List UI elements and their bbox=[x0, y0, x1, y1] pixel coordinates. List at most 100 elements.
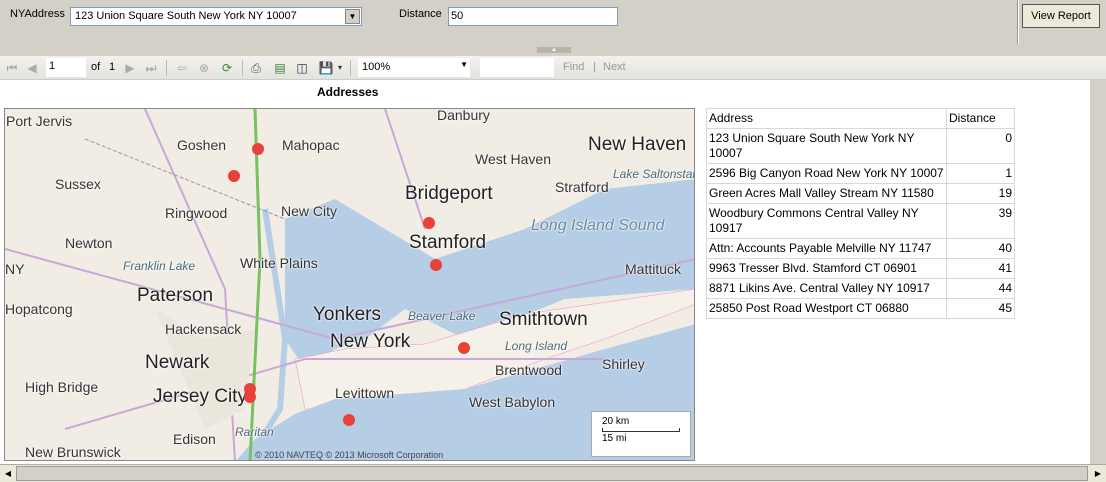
map-label: Newark bbox=[145, 352, 210, 373]
address-cell: Green Acres Mall Valley Stream NY 11580 bbox=[706, 183, 947, 204]
zoom-select[interactable]: 100% ▼ bbox=[358, 58, 470, 77]
map-label: Goshen bbox=[177, 137, 227, 153]
address-cell: 25850 Post Road Westport CT 06880 bbox=[706, 298, 947, 319]
parameters-splitter[interactable]: ▲ bbox=[0, 44, 1106, 56]
scale-km: 20 km bbox=[602, 416, 630, 427]
map-label: West Haven bbox=[475, 151, 551, 167]
table-row: 25850 Post Road Westport CT 06880 45 bbox=[706, 298, 1015, 319]
map-label: Mahopac bbox=[282, 137, 340, 153]
map-label: Newton bbox=[65, 235, 113, 251]
page-setup-icon[interactable]: ◫ bbox=[294, 60, 310, 76]
address-dropdown[interactable]: 123 Union Square South New York NY 10007… bbox=[70, 7, 362, 26]
stop-icon[interactable]: ⊗ bbox=[196, 60, 212, 76]
map-label: Danbury bbox=[437, 108, 490, 123]
table-row: Attn: Accounts Payable Melville NY 11747… bbox=[706, 238, 1015, 259]
chevron-down-icon[interactable]: ▼ bbox=[460, 60, 468, 69]
map-label: Bridgeport bbox=[405, 183, 493, 204]
previous-page-icon[interactable]: ◀ bbox=[24, 60, 40, 76]
map-label: NY bbox=[5, 261, 25, 277]
map-label: Hopatcong bbox=[5, 301, 73, 317]
back-icon[interactable]: ⇦ bbox=[174, 60, 190, 76]
map-label: Stamford bbox=[409, 232, 487, 253]
print-layout-icon[interactable]: ▤ bbox=[272, 60, 288, 76]
export-dropdown-icon[interactable]: ▾ bbox=[332, 60, 348, 76]
map-label: Shirley bbox=[602, 356, 645, 372]
addresses-table: Address Distance 123 Union Square South … bbox=[706, 108, 1015, 319]
map-label: Franklin Lake bbox=[123, 259, 196, 273]
divider bbox=[1017, 0, 1019, 48]
map-pin[interactable] bbox=[458, 342, 470, 354]
table-row: 123 Union Square South New York NY 10007… bbox=[706, 128, 1015, 164]
map-label: Mattituck bbox=[625, 261, 682, 277]
address-cell: 2596 Big Canyon Road New York NY 10007 bbox=[706, 163, 947, 184]
scale-mi: 15 mi bbox=[602, 433, 627, 444]
distance-cell: 44 bbox=[946, 278, 1015, 299]
map-label: High Bridge bbox=[25, 379, 99, 395]
print-icon[interactable]: ⎙ bbox=[248, 60, 264, 76]
scroll-right-icon[interactable]: ▶ bbox=[1090, 466, 1106, 481]
report-toolbar: ⏮ ◀ 1 of 1 ▶ ⏭ ⇦ ⊗ ⟳ ⎙ ▤ ◫ 💾 ▾ 100% ▼ Fin… bbox=[0, 56, 1106, 80]
address-label: NYAddress bbox=[10, 8, 65, 20]
map-label: Brentwood bbox=[495, 362, 562, 378]
first-page-icon[interactable]: ⏮ bbox=[4, 60, 20, 76]
table-row: Green Acres Mall Valley Stream NY 11580 1… bbox=[706, 183, 1015, 204]
map-label: Hackensack bbox=[165, 321, 242, 337]
distance-cell: 0 bbox=[946, 128, 1015, 164]
header-distance: Distance bbox=[946, 108, 1015, 129]
map-label: Sussex bbox=[55, 176, 101, 192]
map-label: Levittown bbox=[335, 385, 395, 401]
map-label: Ringwood bbox=[165, 205, 228, 221]
address-cell: 8871 Likins Ave. Central Valley NY 10917 bbox=[706, 278, 947, 299]
scroll-thumb[interactable] bbox=[16, 466, 1088, 481]
map-label: Lake Saltonstall bbox=[613, 167, 695, 181]
zoom-value: 100% bbox=[362, 61, 391, 73]
next-link[interactable]: Next bbox=[603, 61, 626, 73]
map-pin[interactable] bbox=[228, 170, 240, 182]
divider bbox=[350, 60, 351, 76]
scroll-left-icon[interactable]: ◀ bbox=[0, 466, 16, 481]
chevron-down-icon[interactable]: ▼ bbox=[345, 9, 360, 24]
distance-cell: 19 bbox=[946, 183, 1015, 204]
refresh-icon[interactable]: ⟳ bbox=[219, 60, 235, 76]
vertical-scrollbar[interactable] bbox=[1090, 80, 1106, 464]
map-pin[interactable] bbox=[430, 259, 442, 271]
find-link[interactable]: Find bbox=[563, 61, 584, 73]
address-value: 123 Union Square South New York NY 10007 bbox=[75, 10, 297, 22]
map-label: Smithtown bbox=[499, 309, 588, 330]
table-row: 8871 Likins Ave. Central Valley NY 10917… bbox=[706, 278, 1015, 299]
address-cell: Attn: Accounts Payable Melville NY 11747 bbox=[706, 238, 947, 259]
header-address: Address bbox=[706, 108, 947, 129]
divider bbox=[166, 60, 167, 76]
divider bbox=[242, 60, 243, 76]
find-input[interactable] bbox=[480, 58, 554, 77]
map-pin[interactable] bbox=[244, 391, 256, 403]
of-label: of bbox=[91, 61, 101, 73]
table-row: Woodbury Commons Central Valley NY 10917… bbox=[706, 203, 1015, 239]
map-pin[interactable] bbox=[423, 217, 435, 229]
page-number-input[interactable]: 1 bbox=[46, 58, 86, 77]
map[interactable]: Port Jervis Danbury Goshen Mahopac New Haven… bbox=[4, 108, 695, 461]
map-pin[interactable] bbox=[343, 414, 355, 426]
distance-cell: 45 bbox=[946, 298, 1015, 319]
map-label: West Babylon bbox=[469, 394, 556, 410]
address-cell: Woodbury Commons Central Valley NY 10917 bbox=[706, 203, 947, 239]
table-row: 9963 Tresser Blvd. Stamford CT 06901 41 bbox=[706, 258, 1015, 279]
horizontal-scrollbar[interactable]: ◀ ▶ bbox=[0, 464, 1106, 482]
table-row: 2596 Big Canyon Road New York NY 10007 1 bbox=[706, 163, 1015, 184]
map-label: Paterson bbox=[137, 285, 214, 306]
map-label: New York bbox=[330, 331, 411, 352]
last-page-icon[interactable]: ⏭ bbox=[143, 60, 159, 76]
distance-label: Distance bbox=[399, 8, 442, 20]
distance-input[interactable]: 50 bbox=[448, 7, 618, 26]
total-pages: 1 bbox=[109, 61, 116, 73]
next-page-icon[interactable]: ▶ bbox=[122, 60, 138, 76]
map-pin[interactable] bbox=[252, 143, 264, 155]
collapse-arrow-icon[interactable]: ▲ bbox=[537, 47, 571, 53]
view-report-button[interactable]: View Report bbox=[1022, 4, 1100, 28]
table-header-row: Address Distance bbox=[706, 108, 1015, 129]
map-label: Raritan bbox=[235, 425, 274, 439]
distance-cell: 1 bbox=[946, 163, 1015, 184]
map-background bbox=[5, 109, 694, 460]
separator-text: | bbox=[593, 61, 596, 73]
map-copyright: © 2010 NAVTEQ © 2013 Microsoft Corporati… bbox=[255, 450, 444, 460]
